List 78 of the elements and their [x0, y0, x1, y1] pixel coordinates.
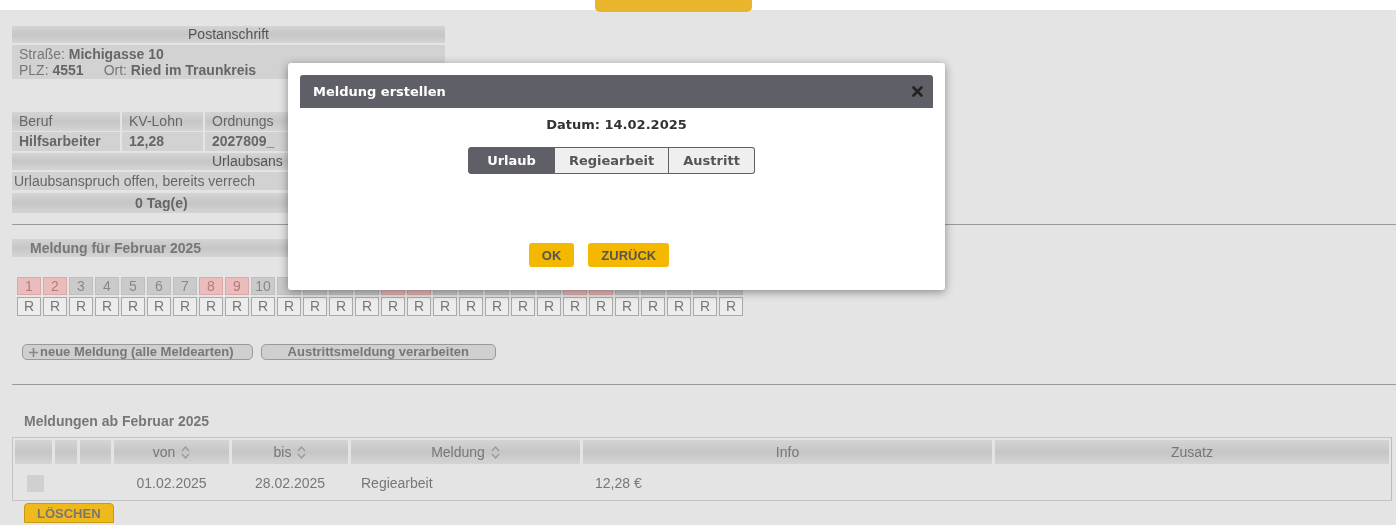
- day-cell[interactable]: 6: [147, 277, 171, 295]
- code-cell[interactable]: R: [589, 297, 613, 316]
- table-cell-text: 12,28 €: [594, 475, 643, 491]
- column-header[interactable]: von: [114, 440, 229, 464]
- field-label: Straße:: [19, 46, 65, 62]
- field-label: Ort:: [103, 62, 127, 78]
- column-header[interactable]: Meldung: [351, 440, 580, 464]
- code-cell[interactable]: R: [407, 297, 431, 316]
- code-cell[interactable]: R: [17, 297, 41, 316]
- code-cell[interactable]: R: [329, 297, 353, 316]
- code-cell[interactable]: R: [147, 297, 171, 316]
- code-cell[interactable]: R: [563, 297, 587, 316]
- day-cell[interactable]: 10: [251, 277, 275, 295]
- code-cell[interactable]: R: [43, 297, 67, 316]
- day-cell[interactable]: 4: [95, 277, 119, 295]
- code-cell[interactable]: R: [667, 297, 691, 316]
- sort-icon: [297, 445, 307, 459]
- code-cell[interactable]: R: [485, 297, 509, 316]
- field-value: Ried im Traunkreis: [130, 62, 257, 78]
- sort-icon: [490, 445, 500, 459]
- type-tab[interactable]: Regiearbeit: [554, 147, 670, 174]
- column-header[interactable]: bis: [232, 440, 348, 464]
- type-tab[interactable]: Austritt: [669, 147, 755, 174]
- field-value: Michigasse 10: [68, 46, 164, 62]
- code-cell[interactable]: R: [121, 297, 145, 316]
- column-header: [15, 440, 52, 464]
- dialog-title: Meldung erstellen: [313, 84, 446, 99]
- section-header: Postanschrift: [12, 26, 445, 43]
- code-cell[interactable]: R: [303, 297, 327, 316]
- code-cell[interactable]: R: [433, 297, 457, 316]
- button-edge[interactable]: [595, 0, 752, 12]
- exit-report-button[interactable]: Austrittsmeldung verarbeiten: [260, 344, 496, 360]
- code-cell[interactable]: R: [251, 297, 275, 316]
- delete-button[interactable]: LÖSCHEN: [24, 503, 114, 523]
- day-cell[interactable]: 7: [173, 277, 197, 295]
- field-value: 4551: [52, 62, 84, 78]
- code-cell[interactable]: R: [277, 297, 301, 316]
- code-cell[interactable]: R: [641, 297, 665, 316]
- code-cell[interactable]: R: [537, 297, 561, 316]
- code-cell[interactable]: R: [95, 297, 119, 316]
- code-cell[interactable]: R: [225, 297, 249, 316]
- weekend-day-cell[interactable]: 2: [43, 277, 67, 295]
- weekend-day-cell[interactable]: 9: [225, 277, 249, 295]
- code-cell[interactable]: R: [459, 297, 483, 316]
- column-header: Zusatz: [995, 440, 1389, 464]
- code-cell[interactable]: R: [355, 297, 379, 316]
- column-header: KV-Lohn: [122, 112, 205, 131]
- new-report-button[interactable]: neue Meldung (alle Meldearten): [22, 344, 253, 360]
- close-icon[interactable]: [912, 86, 923, 97]
- table-cell-text: Regiearbeit: [360, 475, 434, 491]
- code-cell[interactable]: R: [615, 297, 639, 316]
- sort-icon: [181, 445, 191, 459]
- type-tab[interactable]: Urlaub: [468, 147, 555, 174]
- plus-icon: [29, 347, 38, 357]
- code-cell[interactable]: R: [69, 297, 93, 316]
- table-cell: Hilfsarbeiter: [12, 132, 122, 151]
- back-button[interactable]: ZURÜCK: [588, 243, 670, 267]
- section-title: Meldungen ab Februar 2025: [23, 413, 211, 431]
- code-cell[interactable]: R: [199, 297, 223, 316]
- code-cell[interactable]: R: [693, 297, 717, 316]
- code-cell[interactable]: R: [719, 297, 743, 316]
- day-cell[interactable]: 5: [121, 277, 145, 295]
- day-cell[interactable]: 3: [69, 277, 93, 295]
- date-label: Datum: 14.02.2025: [545, 117, 688, 132]
- column-header: Info: [583, 440, 992, 464]
- weekend-day-cell[interactable]: 8: [199, 277, 223, 295]
- column-header: [80, 440, 111, 464]
- code-cell[interactable]: R: [173, 297, 197, 316]
- code-cell[interactable]: R: [511, 297, 535, 316]
- column-header: [55, 440, 77, 464]
- table-cell-text: 28.02.2025: [253, 475, 327, 491]
- ok-button[interactable]: OK: [528, 243, 575, 267]
- column-header: Beruf: [12, 112, 122, 131]
- weekend-day-cell[interactable]: 1: [17, 277, 41, 295]
- field-label: PLZ:: [19, 62, 49, 78]
- code-cell[interactable]: R: [381, 297, 405, 316]
- table-cell: 12,28: [122, 132, 205, 151]
- table-cell-text: 01.02.2025: [135, 475, 208, 491]
